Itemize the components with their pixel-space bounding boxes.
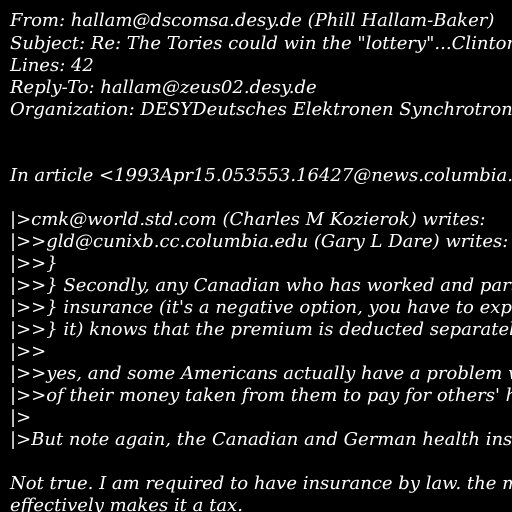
header-subject: Subject: Re: The Tories could win the "l… <box>10 33 512 54</box>
reply-line: Not true. I am required to have insuranc… <box>10 473 512 494</box>
quoted-line: |>But note again, the Canadian and Germa… <box>10 429 512 450</box>
quoted-line: |>>} insurance (it's a negative option, … <box>10 297 512 318</box>
header-lines: Lines: 42 <box>10 55 94 76</box>
header-from: From: hallam@dscomsa.desy.de (Phill Hall… <box>10 10 495 31</box>
quoted-line: |>>} <box>10 253 58 274</box>
quoted-line: |>>} it) knows that the premium is deduc… <box>10 319 512 340</box>
reply-line: effectively makes it a tax. <box>10 495 243 512</box>
quoted-line: |>cmk@world.std.com (Charles M Kozierok)… <box>10 209 486 230</box>
quoted-line: |>> <box>10 341 47 362</box>
header-reply-to: Reply-To: hallam@zeus02.desy.de <box>10 77 317 98</box>
header-organization: Organization: DESYDeutsches Elektronen S… <box>10 99 512 120</box>
quoted-line: |>>gld@cunixb.cc.columbia.edu (Gary L Da… <box>10 231 509 252</box>
quoted-line: |>>of their money taken from them to pay… <box>10 385 512 406</box>
quoted-line: |> <box>10 407 32 428</box>
message-view: From: hallam@dscomsa.desy.de (Phill Hall… <box>0 0 512 512</box>
article-intro-line: In article <1993Apr15.053553.16427@news.… <box>10 165 512 186</box>
quoted-line: |>>yes, and some Americans actually have… <box>10 363 512 384</box>
quoted-line: |>>} Secondly, any Canadian who has work… <box>10 275 512 296</box>
